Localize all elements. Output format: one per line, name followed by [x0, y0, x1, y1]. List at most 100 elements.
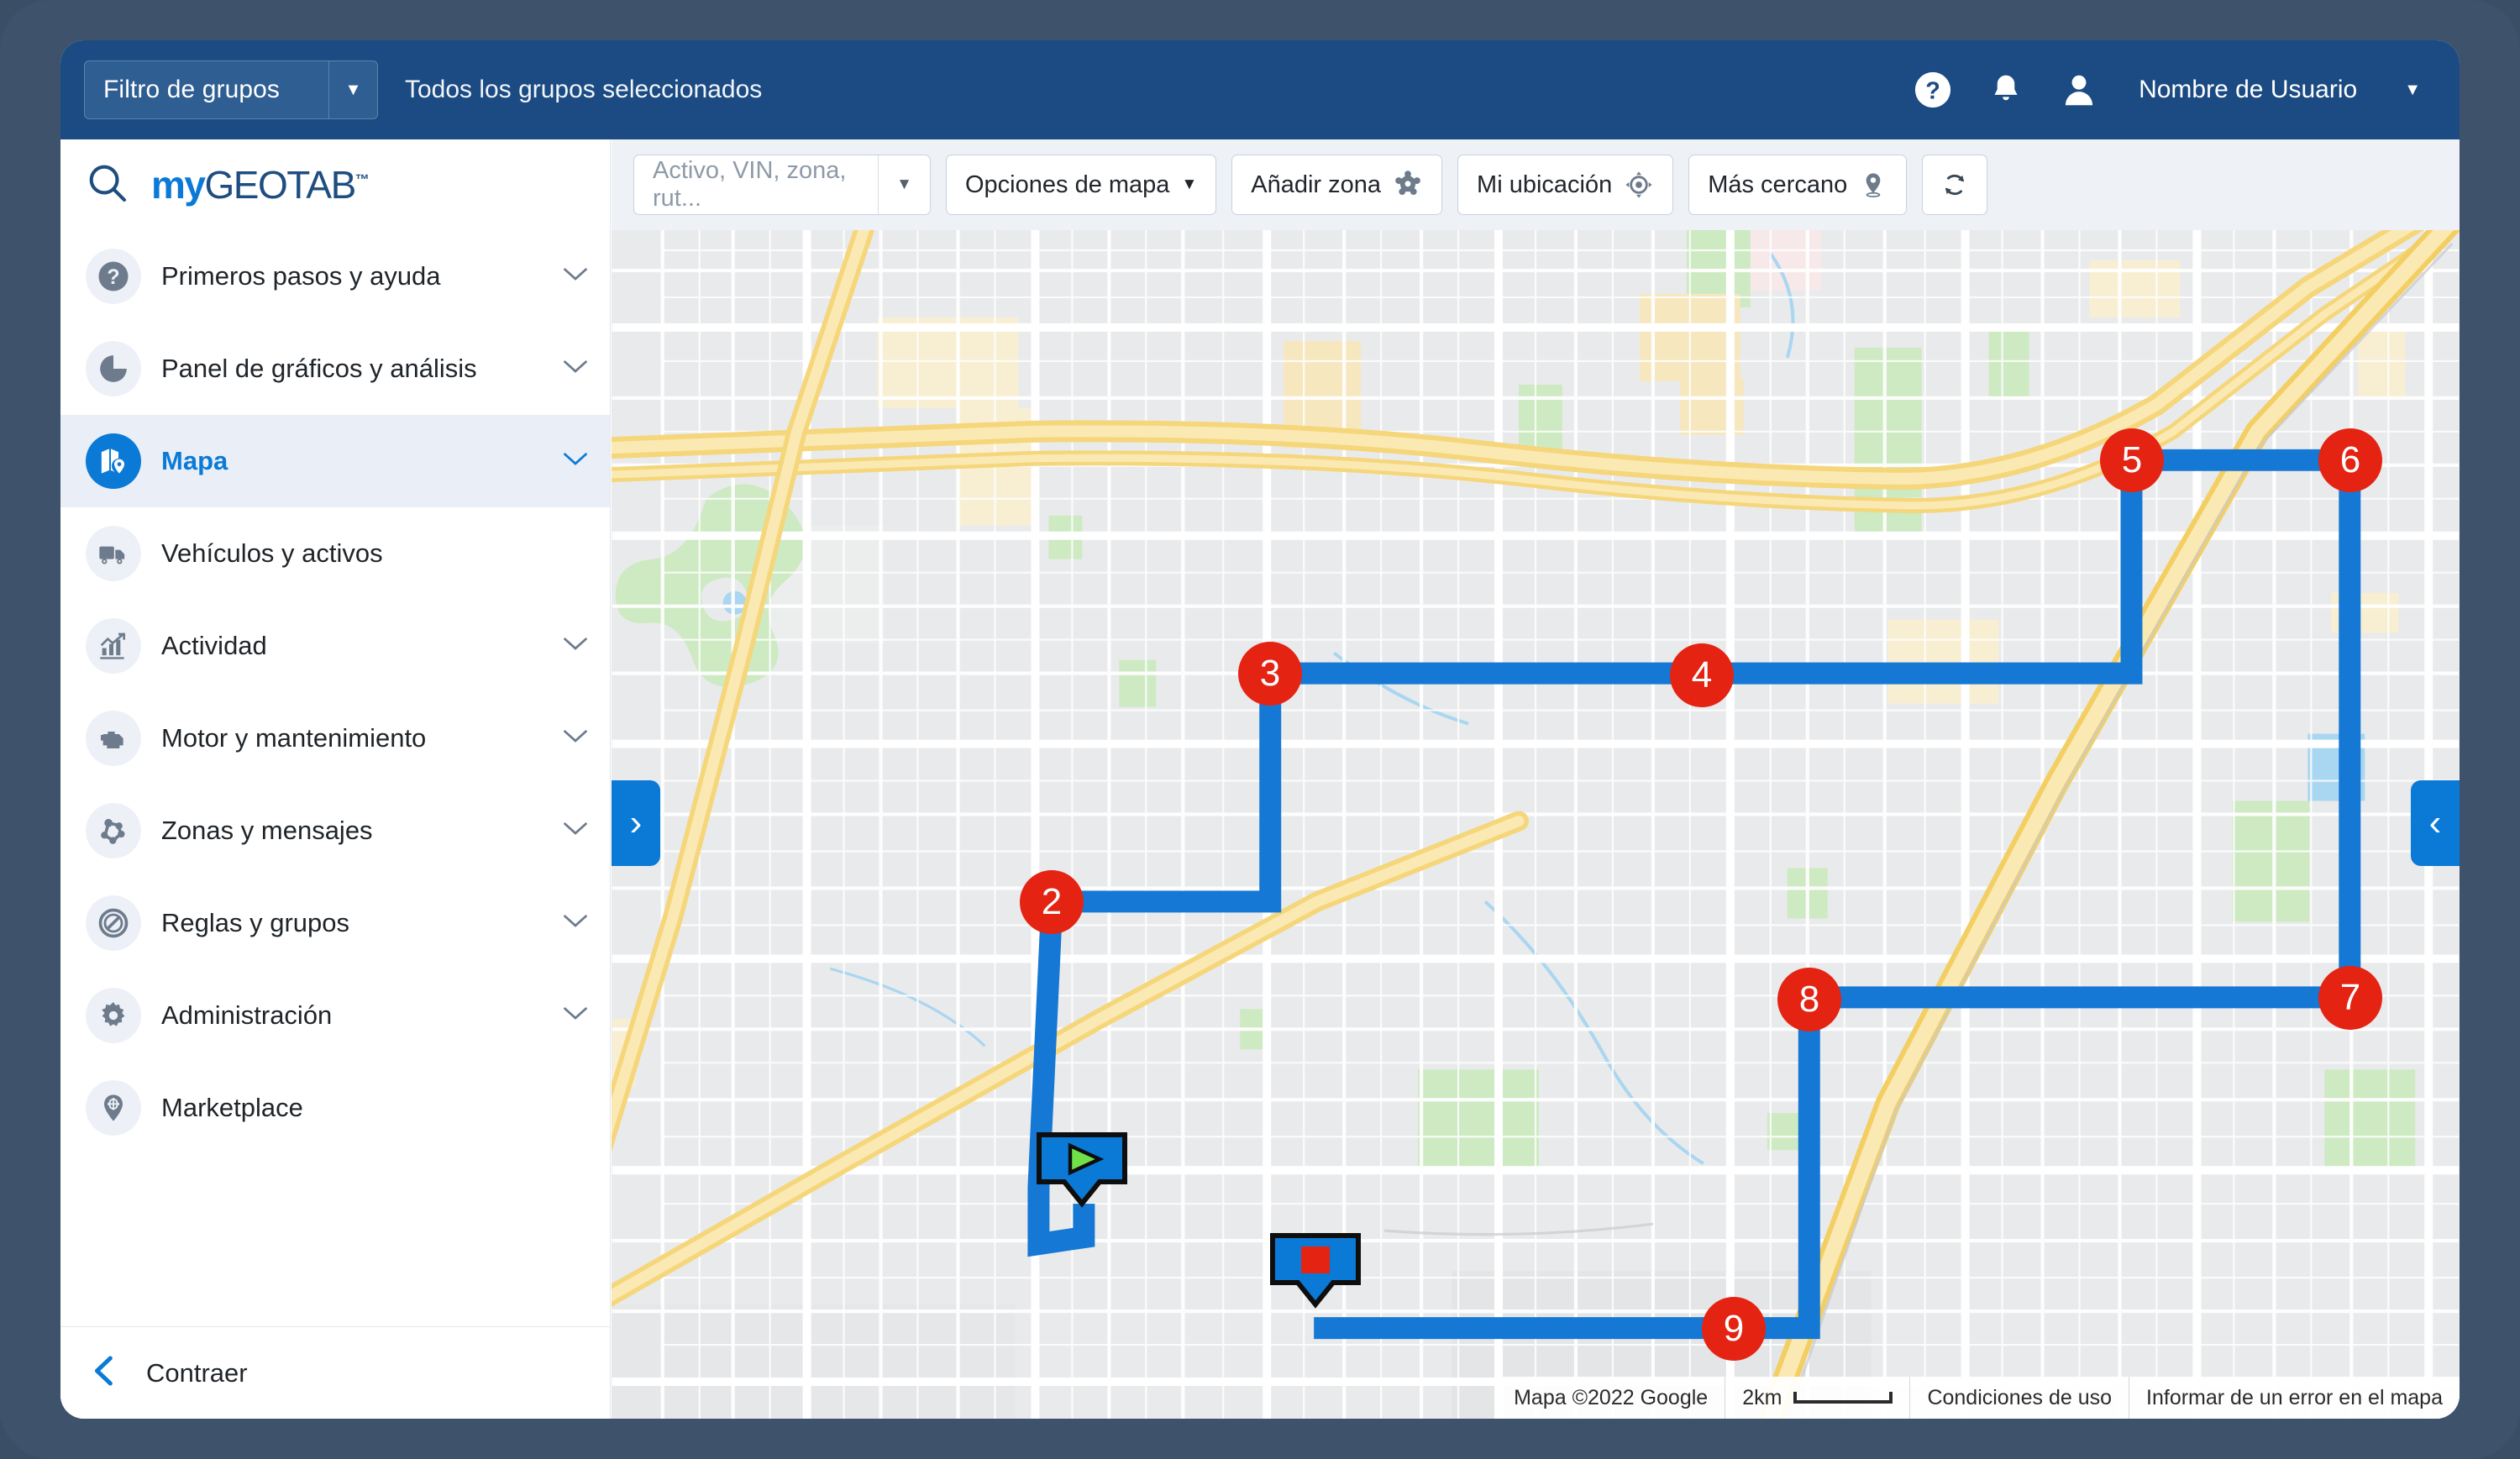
- chevron-down-icon[interactable]: [563, 1004, 588, 1027]
- mygeotab-logo: myGEOTAB™: [151, 162, 370, 207]
- start-trip-marker[interactable]: [1036, 1131, 1128, 1213]
- gear-icon: [86, 988, 141, 1043]
- map-scale-label: 2km: [1742, 1385, 1782, 1409]
- sidebar-item-label: Administración: [161, 1000, 333, 1030]
- map-options-label: Opciones de mapa: [965, 171, 1170, 198]
- group-selection-status: Todos los grupos seleccionados: [405, 76, 763, 103]
- help-circle-icon[interactable]: ?: [1914, 71, 1952, 109]
- chevron-down-icon[interactable]: [563, 357, 588, 380]
- map-search-input[interactable]: Activo, VIN, zona, rut...: [634, 155, 878, 214]
- add-zone-label: Añadir zona: [1251, 171, 1382, 198]
- sidebar-item-motor-mantenimiento[interactable]: Motor y mantenimiento: [60, 692, 610, 785]
- brand-header: myGEOTAB™: [60, 139, 610, 230]
- truck-icon: [86, 526, 141, 581]
- top-header-bar: Filtro de grupos ▼ Todos los grupos sele…: [60, 40, 2460, 139]
- nodes-icon: [86, 803, 141, 858]
- sidebar-item-label: Marketplace: [161, 1093, 303, 1122]
- sidebar-item-administracion[interactable]: Administración: [60, 969, 610, 1062]
- group-filter-label: Filtro de grupos: [103, 76, 281, 103]
- trademark-symbol: ™: [354, 171, 370, 188]
- chevron-down-icon[interactable]: ▼: [878, 155, 930, 214]
- group-filter-control[interactable]: Filtro de grupos ▼: [84, 60, 378, 119]
- pie-chart-icon: [86, 341, 141, 396]
- bell-icon[interactable]: [1987, 71, 2024, 109]
- sidebar-collapse-button[interactable]: Contraer: [60, 1326, 610, 1419]
- map-report-error-link[interactable]: Informar de un error en el mapa: [2129, 1377, 2460, 1419]
- chevron-down-icon[interactable]: [563, 727, 588, 750]
- brand-my: my: [151, 163, 206, 207]
- chevron-down-icon[interactable]: [563, 911, 588, 935]
- scale-bar-graphic: [1793, 1392, 1893, 1404]
- map-pin-icon: [1859, 170, 1887, 200]
- header-actions: ? Nombre de Usuario ▼: [1914, 71, 2421, 109]
- map-attribution-bar: Mapa ©2022 Google 2km Condiciones de uso…: [1497, 1377, 2460, 1419]
- nearest-button[interactable]: Más cercano: [1688, 155, 1908, 215]
- map-pin-icon: [86, 433, 141, 489]
- search-icon[interactable]: [86, 161, 129, 209]
- stop-trip-marker[interactable]: [1269, 1232, 1362, 1314]
- device-frame: Filtro de grupos ▼ Todos los grupos sele…: [0, 0, 2520, 1459]
- route-stop-marker[interactable]: 8: [1777, 968, 1841, 1031]
- marketplace-pin-icon: [86, 1080, 141, 1136]
- sidebar-item-vehiculos-activos[interactable]: Vehículos y activos: [60, 507, 610, 600]
- sidebar-item-label: Primeros pasos y ayuda: [161, 261, 441, 291]
- map-canvas[interactable]: › ‹ 2 3 4 5 6 7 8 9 Mapa ©2022 Google 2k…: [612, 230, 2460, 1419]
- route-stop-marker[interactable]: 3: [1238, 642, 1302, 706]
- sidebar-item-actividad[interactable]: Actividad: [60, 600, 610, 692]
- chevron-down-icon[interactable]: ▼: [2404, 81, 2421, 100]
- sidebar-item-reglas-grupos[interactable]: Reglas y grupos: [60, 877, 610, 969]
- add-zone-button[interactable]: Añadir zona: [1231, 155, 1443, 215]
- my-location-label: Mi ubicación: [1477, 171, 1613, 198]
- sidebar-item-label: Zonas y mensajes: [161, 816, 373, 845]
- sidebar-item-label: Panel de gráficos y análisis: [161, 354, 477, 383]
- bar-chart-icon: [86, 618, 141, 674]
- route-stop-marker[interactable]: 4: [1670, 643, 1734, 707]
- sidebar-item-label: Mapa: [161, 446, 228, 475]
- user-name-label[interactable]: Nombre de Usuario: [2139, 76, 2357, 104]
- route-stop-marker[interactable]: 9: [1702, 1297, 1766, 1361]
- my-location-button[interactable]: Mi ubicación: [1457, 155, 1674, 215]
- chevron-down-icon[interactable]: [563, 265, 588, 288]
- engine-icon: [86, 711, 141, 766]
- map-right-panel-toggle[interactable]: ‹: [2411, 780, 2460, 866]
- sidebar-item-zonas-mensajes[interactable]: Zonas y mensajes: [60, 785, 610, 877]
- polygon-zone-icon: [1393, 170, 1423, 200]
- route-stop-marker[interactable]: 2: [1020, 870, 1084, 934]
- question-mark-icon: ?: [86, 249, 141, 304]
- map-search-control[interactable]: Activo, VIN, zona, rut... ▼: [633, 155, 931, 215]
- chevron-down-icon[interactable]: [563, 449, 588, 473]
- map-terms-link[interactable]: Condiciones de uso: [1909, 1377, 2129, 1419]
- app-screen: Filtro de grupos ▼ Todos los grupos sele…: [60, 40, 2460, 1419]
- crosshair-icon: [1624, 170, 1654, 200]
- route-stop-marker[interactable]: 5: [2100, 428, 2164, 492]
- chevron-down-icon[interactable]: [563, 819, 588, 842]
- sidebar-item-panel-graficos[interactable]: Panel de gráficos y análisis: [60, 323, 610, 415]
- svg-text:?: ?: [1925, 78, 1940, 105]
- sidebar-item-marketplace[interactable]: Marketplace: [60, 1062, 610, 1154]
- sidebar-item-label: Motor y mantenimiento: [161, 723, 427, 753]
- map-tiles: [612, 230, 2460, 1419]
- map-toolbar: Activo, VIN, zona, rut... ▼ Opciones de …: [612, 139, 2460, 230]
- nearest-label: Más cercano: [1708, 171, 1848, 198]
- chevron-left-icon: [89, 1354, 118, 1392]
- map-copyright: Mapa ©2022 Google: [1514, 1385, 1709, 1409]
- chevron-down-icon[interactable]: [563, 634, 588, 658]
- sidebar-item-primeros-pasos[interactable]: ? Primeros pasos y ayuda: [60, 230, 610, 323]
- sidebar-item-label: Actividad: [161, 631, 267, 660]
- sidebar-item-mapa[interactable]: Mapa: [60, 415, 610, 507]
- sidebar-nav: ? Primeros pasos y ayuda Panel de gráfic…: [60, 230, 610, 1326]
- sidebar-item-label: Reglas y grupos: [161, 908, 350, 937]
- route-stop-marker[interactable]: 6: [2318, 428, 2382, 492]
- map-scale-bar: 2km: [1725, 1377, 1909, 1419]
- no-entry-icon: [86, 895, 141, 951]
- user-avatar-icon[interactable]: [2060, 71, 2098, 109]
- route-stop-marker[interactable]: 7: [2318, 966, 2382, 1030]
- sidebar-item-label: Vehículos y activos: [161, 538, 383, 568]
- refresh-map-button[interactable]: [1922, 155, 1988, 215]
- sidebar: myGEOTAB™ ? Primeros pasos y ayuda Panel…: [60, 139, 611, 1419]
- chevron-down-icon[interactable]: ▼: [328, 61, 377, 118]
- sidebar-collapse-label: Contraer: [146, 1357, 248, 1388]
- chevron-down-icon: ▼: [1181, 176, 1198, 193]
- map-options-button[interactable]: Opciones de mapa ▼: [946, 155, 1217, 215]
- map-left-panel-toggle[interactable]: ›: [612, 780, 660, 866]
